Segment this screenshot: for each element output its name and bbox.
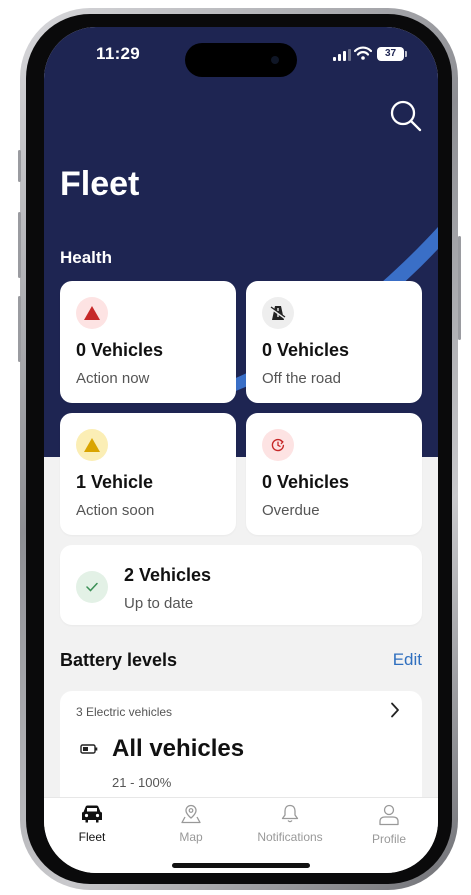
battery-icon: 37 — [377, 47, 404, 61]
home-indicator — [172, 863, 310, 868]
road-off-icon — [262, 297, 294, 329]
page-title: Fleet — [60, 165, 140, 203]
map-pin-icon — [181, 804, 201, 824]
check-icon — [76, 571, 108, 603]
chevron-right-icon[interactable] — [390, 702, 400, 718]
health-card-up-to-date[interactable]: 2 Vehicles Up to date — [60, 545, 422, 625]
battery-cap — [405, 51, 407, 57]
warning-yellow-icon — [76, 429, 108, 461]
car-icon — [82, 805, 102, 823]
battery-level-icon — [80, 744, 98, 754]
card-count: 0 Vehicles — [262, 340, 350, 360]
tab-fleet[interactable]: Fleet — [52, 804, 132, 844]
card-count: 1 Vehicle — [76, 472, 154, 492]
volume-up-button — [18, 212, 21, 278]
warning-red-icon — [76, 297, 108, 329]
volume-down-button — [18, 296, 21, 362]
wifi-icon — [354, 46, 372, 60]
health-section-label: Health — [60, 248, 112, 267]
tab-label: Profile — [371, 832, 406, 846]
power-button — [458, 236, 461, 340]
tab-label: Map — [179, 830, 203, 844]
card-label: Action now — [76, 370, 150, 387]
battery-filter-title: All vehicles — [112, 735, 245, 762]
card-label: Off the road — [262, 370, 341, 387]
bell-icon — [281, 804, 299, 823]
tab-map[interactable]: Map — [151, 804, 231, 844]
card-count: 0 Vehicles — [262, 472, 350, 492]
battery-edit-link[interactable]: Edit — [393, 650, 422, 670]
battery-range: 21 - 100% — [112, 775, 172, 790]
health-card-off-the-road[interactable]: 0 Vehicles Off the road — [246, 281, 422, 403]
tab-label: Notifications — [257, 830, 323, 844]
health-card-action-now[interactable]: 0 Vehicles Action now — [60, 281, 236, 403]
mute-switch — [18, 150, 21, 182]
search-icon[interactable] — [389, 99, 423, 133]
tab-notifications[interactable]: Notifications — [250, 804, 330, 844]
tab-profile[interactable]: Profile — [349, 804, 429, 846]
app-screen: 11:29 37 Fleet Health 0 Vehicles Action … — [44, 27, 438, 873]
battery-levels-heading: Battery levels — [60, 650, 178, 670]
electric-vehicle-count: 3 Electric vehicles — [76, 705, 173, 719]
tab-label: Fleet — [78, 830, 106, 844]
status-time: 11:29 — [96, 44, 141, 63]
tab-bar: Fleet Map Notifications Profile — [44, 797, 438, 873]
card-count: 2 Vehicles — [124, 565, 212, 585]
person-icon — [379, 804, 399, 826]
card-label: Action soon — [76, 502, 155, 519]
card-label: Up to date — [124, 595, 194, 612]
signal-icon — [333, 49, 351, 61]
overdue-clock-icon — [262, 429, 294, 461]
status-bar: 11:29 37 — [44, 27, 438, 83]
card-label: Overdue — [262, 502, 320, 519]
health-card-overdue[interactable]: 0 Vehicles Overdue — [246, 413, 422, 535]
health-card-action-soon[interactable]: 1 Vehicle Action soon — [60, 413, 236, 535]
card-count: 0 Vehicles — [76, 340, 164, 360]
dynamic-island — [185, 43, 297, 77]
